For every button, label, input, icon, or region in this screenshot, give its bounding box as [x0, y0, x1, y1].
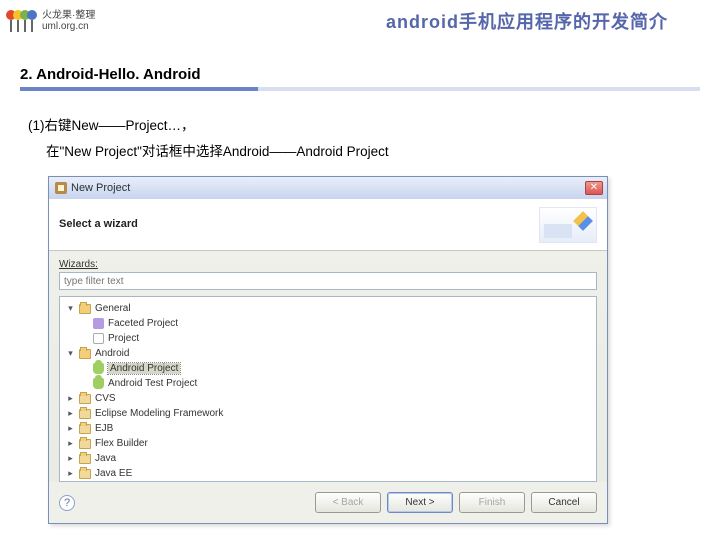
folder-icon — [79, 424, 91, 434]
finish-button[interactable]: Finish — [459, 492, 525, 513]
logo-line2: uml.org.cn — [42, 21, 95, 32]
expander-icon[interactable]: ▸ — [66, 424, 75, 433]
page-header: 火龙果·整理 uml.org.cn android手机应用程序的开发简介 — [0, 0, 720, 42]
expander-icon[interactable]: ▸ — [66, 454, 75, 463]
logo-pins — [6, 10, 34, 32]
folder-icon — [79, 394, 91, 404]
folder-icon — [79, 304, 91, 314]
project-icon — [93, 333, 104, 344]
folder-icon — [79, 469, 91, 479]
tree-node[interactable]: ▸ CVS — [62, 391, 594, 406]
site-logo: 火龙果·整理 uml.org.cn — [6, 10, 95, 32]
cancel-button[interactable]: Cancel — [531, 492, 597, 513]
tree-node[interactable]: ▸ EJB — [62, 421, 594, 436]
section-title: 2. Android-Hello. Android — [20, 66, 700, 83]
folder-icon — [79, 439, 91, 449]
tree-node[interactable]: ▸ Java — [62, 451, 594, 466]
wizard-tree[interactable]: ▾ General Faceted Project Project ▾ Android An… — [59, 296, 597, 482]
tree-node[interactable]: Faceted Project — [62, 316, 594, 331]
expander-icon[interactable]: ▸ — [66, 439, 75, 448]
folder-icon — [79, 409, 91, 419]
wizard-header-title: Select a wizard — [59, 218, 138, 230]
android-icon — [93, 378, 104, 389]
tree-node[interactable]: Android Test Project — [62, 376, 594, 391]
tree-node-label: Java — [95, 453, 116, 464]
android-icon — [93, 363, 104, 374]
logo-line1: 火龙果·整理 — [42, 10, 95, 21]
close-icon[interactable]: ✕ — [585, 181, 603, 195]
expander-icon[interactable]: ▸ — [66, 394, 75, 403]
body-text: (1)右键New——Project…， 在"New Project"对话框中选择… — [0, 91, 720, 170]
tree-node-label: CVS — [95, 393, 116, 404]
expander-icon[interactable]: ▸ — [66, 409, 75, 418]
expander-icon[interactable]: ▾ — [66, 304, 75, 313]
tree-node-label: Android Project — [108, 363, 180, 374]
wizard-hero-icon — [539, 207, 597, 243]
next-button[interactable]: Next > — [387, 492, 453, 513]
tree-node[interactable]: ▸ Eclipse Modeling Framework — [62, 406, 594, 421]
new-project-dialog: New Project ✕ Select a wizard Wizards: ▾… — [48, 176, 608, 524]
dialog-icon — [55, 182, 67, 194]
dialog-titlebar[interactable]: New Project ✕ — [49, 177, 607, 199]
project-icon — [93, 318, 104, 329]
back-button[interactable]: < Back — [315, 492, 381, 513]
expander-icon[interactable]: ▾ — [66, 349, 75, 358]
dialog-title: New Project — [71, 182, 130, 194]
tree-node[interactable]: ▸ Java EE — [62, 466, 594, 481]
folder-icon — [79, 454, 91, 464]
section-bar: 2. Android-Hello. Android — [0, 66, 720, 91]
folder-icon — [79, 349, 91, 359]
tree-node-label: Project — [108, 333, 139, 344]
expander-icon[interactable]: ▸ — [66, 469, 75, 478]
tree-node[interactable]: Android Project — [62, 361, 594, 376]
tree-node[interactable]: Project — [62, 331, 594, 346]
wizards-label: Wizards: — [59, 259, 597, 270]
filter-input[interactable] — [59, 272, 597, 290]
tree-node-label: Android Test Project — [108, 378, 197, 389]
tree-node[interactable]: ▸ Flex Builder — [62, 436, 594, 451]
body-line1: (1)右键New——Project…， — [28, 113, 690, 139]
tree-node-label: Flex Builder — [95, 438, 148, 449]
tree-node[interactable]: ▾ General — [62, 301, 594, 316]
tree-node[interactable]: ▾ Android — [62, 346, 594, 361]
tree-node-label: Faceted Project — [108, 318, 178, 329]
tree-node-label: Eclipse Modeling Framework — [95, 408, 223, 419]
button-bar: ? < Back Next > Finish Cancel — [49, 482, 607, 523]
body-line2: 在"New Project"对话框中选择Android——Android Pro… — [28, 139, 690, 165]
wizard-body: Wizards: ▾ General Faceted Project Project ▾… — [49, 251, 607, 482]
page-title: android手机应用程序的开发简介 — [386, 8, 708, 34]
help-icon[interactable]: ? — [59, 495, 75, 511]
tree-node-label: Java EE — [95, 468, 132, 479]
tree-node-label: EJB — [95, 423, 113, 434]
tree-node-label: Android — [95, 348, 129, 359]
tree-node-label: General — [95, 303, 131, 314]
wizard-header: Select a wizard — [49, 199, 607, 251]
